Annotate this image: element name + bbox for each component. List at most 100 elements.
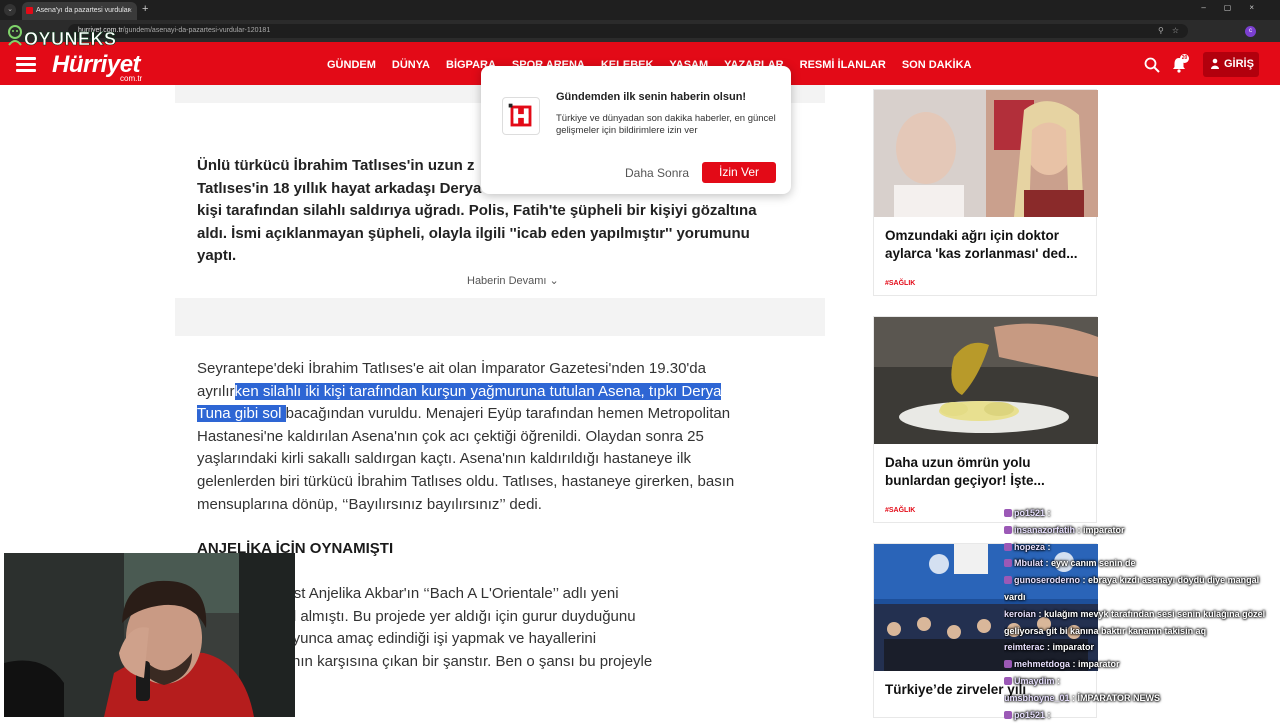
chat-username: insanazorfatih: [1014, 524, 1076, 535]
tab-search-button[interactable]: ⌄: [4, 4, 16, 16]
card-category-tag[interactable]: #SAĞLIK: [885, 280, 915, 287]
card-image: [874, 90, 1098, 217]
nav-item-son-dakika[interactable]: SON DAKİKA: [902, 59, 972, 71]
chat-badge-icon: [1004, 576, 1012, 585]
stream-chat-overlay: po1521 : insanazorfatih : imparator hope…: [1004, 505, 1280, 723]
chat-badge-icon: [1004, 542, 1012, 551]
card-title-line: aylarca 'kas zorlanması' ded...: [885, 246, 1078, 261]
chat-message: umsbhoyne_01 : İMPARATOR NEWS: [1004, 692, 1161, 703]
chat-message: insanazorfatih : imparator: [1004, 522, 1280, 539]
card-title[interactable]: Omzundaki ağrı için doktor aylarca 'kas …: [885, 227, 1091, 263]
chat-message: po1521 :: [1004, 505, 1280, 522]
nav-item-gundem[interactable]: GÜNDEM: [327, 59, 376, 71]
chat-text: imparator: [1052, 642, 1095, 653]
chat-text: ebraya kızdı asenayı döydü diye mangal: [1088, 575, 1260, 586]
chat-message: hopeza :: [1004, 539, 1280, 556]
card-title[interactable]: Daha uzun ömrün yolu bunlardan geçiyor! …: [885, 454, 1091, 490]
chat-text: kulağım mevyk tarafından sesi senin kula…: [1044, 608, 1266, 619]
selected-text: Tuna gibi sol: [197, 405, 286, 423]
chat-message: gunoseroderno : ebraya kızdı asenayı döy…: [1004, 572, 1280, 589]
chat-text: geliyorsa git bi kanına baktır kanamn ta…: [1004, 625, 1207, 636]
chat-badge-icon: [1004, 509, 1012, 517]
card-title-line: Omzundaki ağrı için doktor: [885, 228, 1060, 243]
oyuneks-mascot-icon: [8, 25, 22, 46]
card-category-tag[interactable]: #SAĞLIK: [885, 507, 915, 514]
card-title-line: bunlardan geçiyor! İşte...: [885, 473, 1045, 488]
paragraph-line: yaşlarındaki kirli sakallı saldırgan kaç…: [197, 450, 691, 468]
hamburger-menu-icon[interactable]: [16, 57, 36, 72]
paragraph-line: gelenlerden biri türkücü İbrahim Tatlıse…: [197, 472, 735, 490]
chat-text: imparator: [1078, 659, 1120, 670]
chat-text: İMPARATOR NEWS: [1077, 692, 1161, 703]
paragraph-line: ayrılırken silahlı iki kişi tarafından k…: [197, 381, 787, 404]
chat-username: Umaydim: [1014, 675, 1055, 686]
browser-tab[interactable]: Asena'yı da pazartesi vurdular ×: [22, 2, 137, 20]
chat-badge-icon: [1004, 660, 1012, 669]
article-paragraph-1: Seyrantepe'deki İbrahim Tatlıses'e ait o…: [197, 358, 787, 516]
chat-username: mehmetdoga: [1014, 659, 1071, 670]
chat-message: reimterac : imparator: [1004, 642, 1095, 653]
paragraph-line: Seyrantepe'deki İbrahim Tatlıses'e ait o…: [197, 360, 706, 377]
browser-tab-bar: [0, 0, 1280, 20]
chat-message-continued: geliyorsa git bi kanına baktır kanamn ta…: [1004, 623, 1280, 640]
chat-message-continued: vardı: [1004, 589, 1280, 606]
user-icon: [1211, 58, 1219, 69]
popup-title: Gündemden ilk senin haberin olsun!: [556, 91, 747, 103]
ad-placeholder-mid: [175, 298, 825, 336]
lead-line: yaptı.: [197, 247, 237, 265]
chat-message: po1521 :: [1004, 707, 1280, 723]
watermark-logo: OYUNEKS: [24, 29, 117, 50]
chat-username: po1521: [1014, 508, 1046, 518]
chat-message: keroian : kulağım mevyk tarafından sesi …: [1004, 608, 1266, 619]
paragraph-line: Hastanesi'ne kaldırılan Asena'nın çok ac…: [197, 427, 704, 445]
webcam-overlay: [4, 553, 295, 717]
paragraph-line: Tuna gibi sol bacağından vuruldu. Menaje…: [197, 403, 787, 426]
selected-text: ken silahlı iki kişi tarafından kurşun y…: [234, 382, 722, 400]
address-input[interactable]: hurriyet.com.tr/gundem/asenayi-da-pazart…: [68, 24, 1188, 38]
profile-avatar-icon[interactable]: c: [1245, 26, 1256, 37]
nav-item-resmi-ilanlar[interactable]: RESMİ İLANLAR: [800, 59, 886, 71]
chat-badge-icon: [1004, 559, 1012, 568]
chat-username: umsbhoyne_01: [1004, 692, 1070, 703]
later-button[interactable]: Daha Sonra: [625, 166, 689, 180]
nav-item-dunya[interactable]: DÜNYA: [392, 59, 430, 71]
tab-title: Asena'yı da pazartesi vurdular: [36, 7, 130, 14]
window-controls[interactable]: –▢×: [1201, 3, 1272, 12]
text-segment: ayrılır: [197, 382, 235, 400]
card-image: [874, 317, 1098, 444]
chevron-down-icon: ⌄: [549, 275, 559, 287]
hurriyet-favicon-icon: [26, 7, 33, 14]
new-tab-button[interactable]: +: [142, 3, 148, 15]
hurriyet-logo-icon: [502, 97, 540, 135]
chat-username: reimterac: [1004, 642, 1045, 653]
chat-text: imparator: [1083, 524, 1125, 535]
site-logo-domain: com.tr: [120, 74, 143, 83]
paragraph-line: mensuplarına dönüp, ‘‘Bayılırsınız bayıl…: [197, 495, 542, 513]
news-card[interactable]: [873, 89, 1098, 296]
chat-username: gunoseroderno: [1014, 575, 1081, 586]
card-title-line: Daha uzun ömrün yolu: [885, 455, 1031, 470]
chat-username: po1521: [1014, 709, 1046, 720]
news-card[interactable]: [873, 316, 1098, 523]
address-bar-icons[interactable]: ⚲☆: [1158, 26, 1187, 35]
chat-username: Mbulat: [1014, 558, 1043, 569]
close-tab-icon[interactable]: ×: [127, 6, 132, 15]
chat-badge-icon: [1004, 525, 1012, 534]
chat-username: keroian: [1004, 608, 1037, 619]
lead-line: aldı. İsmi açıklanmayan şüpheli, olayla …: [197, 224, 750, 242]
read-more-link[interactable]: Haberin Devamı ⌄: [467, 274, 559, 287]
chat-text: vardı: [1004, 591, 1026, 602]
url-path: /gundem/asenayi-da-pazartesi-vurdular-12…: [122, 27, 271, 34]
chat-message: Mbulat : eyw canım senin de: [1004, 555, 1280, 572]
allow-button[interactable]: İzin Ver: [702, 162, 776, 183]
chat-message: mehmetdoga : imparator: [1004, 656, 1280, 673]
chat-badge-icon: [1004, 710, 1012, 719]
lead-line: kişi tarafından silahlı saldırıya uğradı…: [197, 202, 757, 220]
streamer-video: [4, 553, 295, 717]
chat-badge-icon: [1004, 676, 1012, 685]
text-segment: bacağından vuruldu. Menajeri Eyüp tarafı…: [285, 405, 731, 423]
chat-message: Umaydim :: [1004, 673, 1280, 690]
read-more-label: Haberin Devamı: [467, 275, 547, 287]
chat-text: eyw canım senin de: [1051, 558, 1136, 569]
search-icon[interactable]: [1144, 57, 1160, 73]
